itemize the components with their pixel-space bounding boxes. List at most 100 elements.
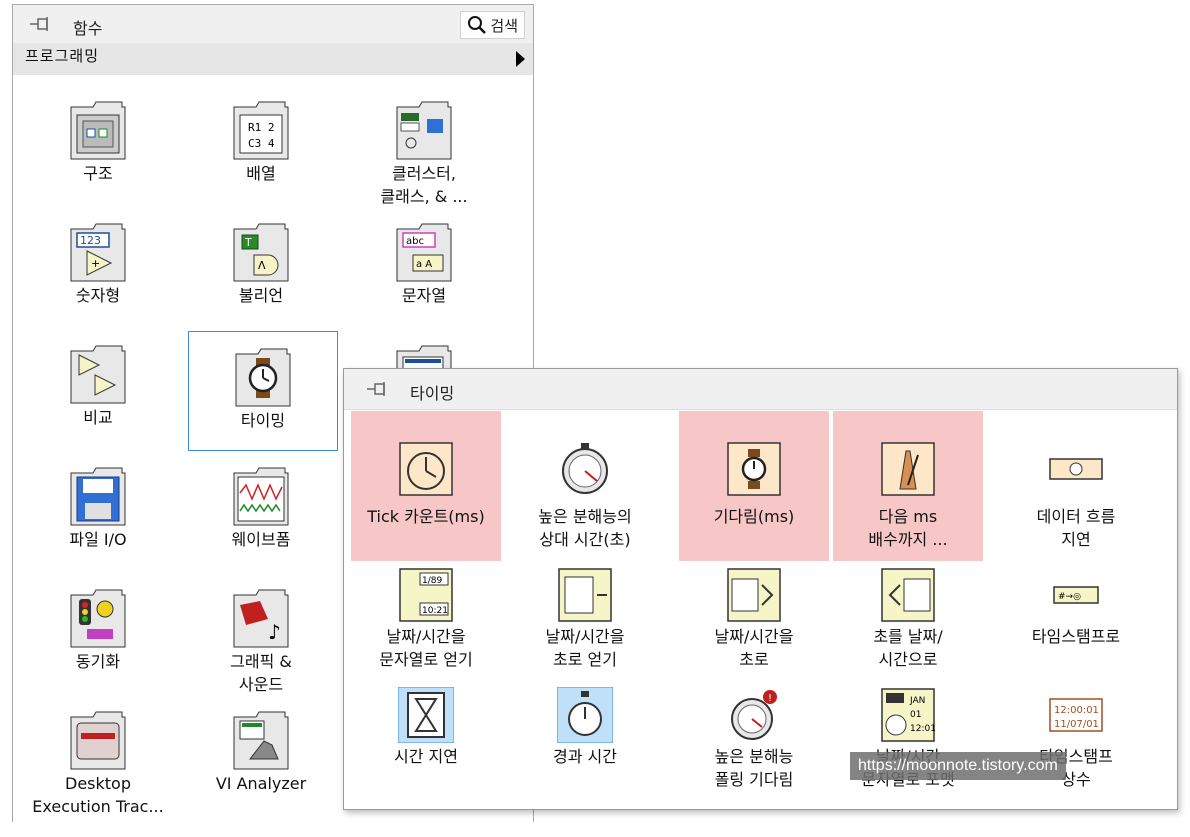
- dataflow-delay-icon: [1049, 458, 1103, 480]
- subpalette-titlebar: 타이밍: [344, 369, 1177, 410]
- palette-item-waveform[interactable]: 웨이브폼: [186, 451, 336, 571]
- palette-item-synchronization[interactable]: 동기화: [23, 573, 173, 693]
- svg-text:abc: abc: [406, 236, 424, 247]
- palette-item-desktop-trace[interactable]: Desktop Execution Trac...: [23, 695, 173, 816]
- timing-item-label: 데이터 흐름 지연: [1036, 507, 1116, 549]
- string-icon: abc a A: [396, 223, 452, 282]
- synchronization-icon: [70, 589, 126, 648]
- timing-item-high-res-polling-wait[interactable]: ! 높은 분해능 폴링 기다림: [679, 687, 829, 837]
- timing-item-label: 타임스탬프로: [1031, 627, 1121, 646]
- category-label: 프로그래밍: [25, 47, 100, 65]
- palette-item-label: 그래픽 & 사운드: [230, 652, 292, 694]
- timing-item-high-res-relative[interactable]: 높은 분해능의 상대 시간(초): [510, 411, 660, 561]
- timestamp-constant-icon: 12:00:01 11/07/01: [1049, 698, 1103, 732]
- palette-item-label: 문자열: [401, 286, 447, 305]
- timing-item-label: 높은 분해능 폴링 기다림: [714, 747, 794, 789]
- svg-text:JAN: JAN: [909, 696, 925, 706]
- svg-text:♪: ♪: [268, 620, 281, 644]
- palette-item-label: 배열: [246, 164, 276, 183]
- wait-icon: [727, 442, 781, 496]
- palette-item-label: VI Analyzer: [215, 774, 307, 793]
- palette-item-label: 클러스터, 클래스, & ...: [380, 164, 468, 206]
- timing-icon: [235, 348, 291, 407]
- search-icon: [468, 16, 487, 34]
- timing-item-label: 다음 ms 배수까지 ...: [868, 507, 948, 549]
- palette-item-label: 파일 I/O: [69, 530, 127, 549]
- timing-item-dataflow-delay[interactable]: 데이터 흐름 지연: [1001, 411, 1151, 561]
- svg-text:01: 01: [910, 710, 921, 720]
- timing-item-label: 초를 날짜/시간으로: [873, 627, 943, 669]
- watermark-url: https://moonnote.tistory.com: [850, 752, 1066, 780]
- pin-icon[interactable]: [29, 16, 53, 32]
- format-date-time-icon: JAN 01 12:01: [881, 688, 936, 742]
- svg-text:!: !: [768, 693, 772, 704]
- timing-item-label: 날짜/시간을 문자열로 얻기: [379, 627, 473, 669]
- palette-item-string[interactable]: abc a A 문자열: [349, 207, 499, 327]
- timing-item-elapsed-time[interactable]: 경과 시간: [510, 687, 660, 837]
- time-delay-icon: [398, 687, 454, 743]
- palette-item-graphics-sound[interactable]: ♪ 그래픽 & 사운드: [186, 573, 336, 694]
- boolean-icon: T Λ: [233, 223, 289, 282]
- file-io-icon: [70, 467, 126, 526]
- palette-item-label: Desktop Execution Trac...: [32, 774, 164, 816]
- svg-text:Λ: Λ: [258, 259, 266, 272]
- palette-item-cluster[interactable]: 클러스터, 클래스, & ...: [349, 85, 499, 206]
- timing-item-tick-count[interactable]: Tick 카운트(ms): [351, 411, 501, 561]
- palette-titlebar: 함수 검색: [13, 5, 533, 43]
- palette-item-label: 구조: [83, 164, 113, 183]
- numeric-icon: 123 +: [70, 223, 126, 282]
- timing-item-time-delay[interactable]: 시간 지연: [351, 687, 501, 837]
- date-time-to-seconds-icon: [727, 568, 781, 622]
- graphics-sound-icon: ♪: [233, 589, 289, 648]
- palette-item-file-io[interactable]: 파일 I/O: [23, 451, 173, 571]
- timing-item-label: 기다림(ms): [713, 507, 795, 526]
- subpalette-title: 타이밍: [410, 384, 455, 403]
- palette-item-label: 타이밍: [240, 411, 286, 430]
- svg-text:#→◎: #→◎: [1058, 592, 1081, 602]
- array-icon: R1 2 C3 4: [233, 101, 289, 160]
- palette-item-label: 웨이브폼: [231, 530, 291, 549]
- structures-icon: [70, 101, 126, 160]
- elapsed-time-icon: [557, 687, 613, 743]
- vi-analyzer-icon: [233, 711, 289, 770]
- expand-arrow-icon[interactable]: [516, 51, 525, 67]
- palette-item-timing[interactable]: 타이밍: [188, 331, 338, 451]
- svg-text:12:01: 12:01: [910, 724, 936, 734]
- timing-item-label: Tick 카운트(ms): [367, 507, 485, 526]
- palette-title: 함수: [73, 19, 103, 38]
- high-res-stopwatch-icon: [562, 443, 608, 494]
- palette-item-boolean[interactable]: T Λ 불리언: [186, 207, 336, 327]
- palette-item-label: 비교: [83, 408, 113, 427]
- seconds-to-date-time-icon: [881, 568, 935, 622]
- search-label: 검색: [490, 16, 518, 35]
- palette-item-vi-analyzer[interactable]: VI Analyzer: [186, 695, 336, 815]
- palette-item-structures[interactable]: 구조: [23, 85, 173, 205]
- pin-icon[interactable]: [366, 381, 390, 397]
- timing-item-wait[interactable]: 기다림(ms): [679, 411, 829, 561]
- category-header[interactable]: 프로그래밍: [13, 43, 533, 75]
- timing-item-wait-until-multiple[interactable]: 다음 ms 배수까지 ...: [833, 411, 983, 561]
- cluster-icon: [396, 101, 452, 160]
- palette-item-array[interactable]: R1 2 C3 4 배열: [186, 85, 336, 205]
- svg-text:11/07/01: 11/07/01: [1054, 719, 1099, 730]
- get-date-time-seconds-icon: [558, 568, 612, 622]
- svg-text:1/89: 1/89: [422, 576, 442, 586]
- timing-item-label: 날짜/시간을 초로 얻기: [545, 627, 625, 669]
- timing-subpalette: 타이밍 Tick 카운트(ms) 높은 분해능의 상대 시간(초) 기다림(ms): [343, 368, 1178, 810]
- svg-text:C3 4: C3 4: [248, 137, 275, 150]
- to-timestamp-icon: #→◎: [1053, 586, 1099, 604]
- metronome-icon: [881, 442, 935, 496]
- svg-text:a A: a A: [416, 259, 432, 270]
- svg-text:123: 123: [80, 234, 101, 247]
- svg-text:+: +: [91, 257, 100, 270]
- timing-item-label: 시간 지연: [394, 747, 458, 766]
- palette-item-label: 동기화: [75, 652, 121, 671]
- get-date-time-string-icon: 1/89 10:21: [399, 568, 453, 622]
- timing-item-label: 날짜/시간을 초로: [714, 627, 794, 669]
- comparison-icon: [70, 345, 126, 404]
- palette-item-numeric[interactable]: 123 + 숫자형: [23, 207, 173, 327]
- svg-text:12:00:01: 12:00:01: [1054, 705, 1099, 716]
- waveform-icon: [233, 467, 289, 526]
- palette-item-comparison[interactable]: 비교: [23, 329, 173, 449]
- search-button[interactable]: 검색: [460, 11, 525, 39]
